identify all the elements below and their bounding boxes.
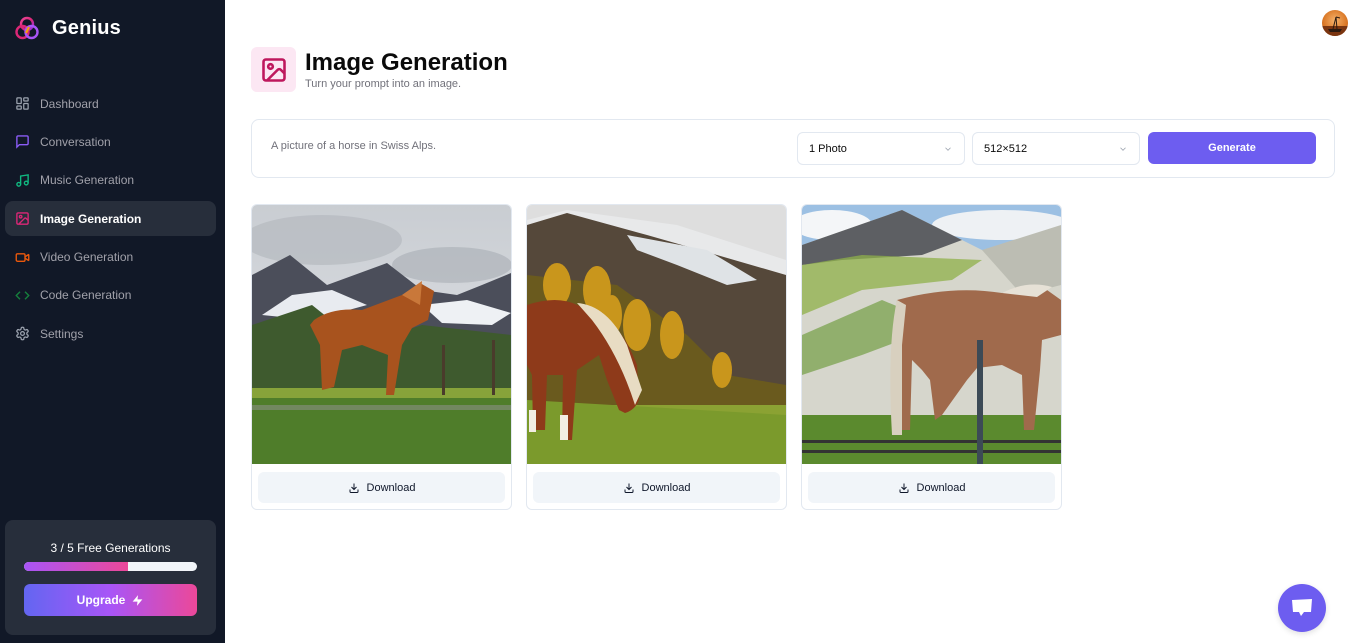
sidebar-item-label: Dashboard [40, 96, 99, 111]
image-icon [261, 57, 286, 82]
chevron-down-icon [945, 146, 951, 151]
generated-image [802, 205, 1061, 464]
music-icon [15, 173, 30, 188]
zap-icon [132, 594, 143, 606]
download-icon [624, 483, 634, 493]
sidebar-nav: Dashboard Conversation Music Generation … [5, 85, 216, 355]
generated-image [252, 205, 511, 464]
upgrade-label: Upgrade [76, 593, 126, 607]
sidebar-item-label: Code Generation [40, 288, 132, 303]
prompt-input[interactable] [271, 140, 771, 152]
results-grid: Download Download Download [251, 204, 1062, 510]
chat-bubble-icon [1292, 599, 1312, 616]
message-square-icon [15, 134, 30, 150]
result-card: Download [526, 204, 787, 510]
heading-icon-box [251, 47, 296, 92]
free-credits-card: 3 / 5 Free Generations Upgrade [5, 520, 216, 635]
sidebar: Genius Dashboard Conversation Music Gene… [0, 0, 225, 643]
layout-dashboard-icon [15, 96, 30, 111]
chat-support-button[interactable] [1278, 584, 1326, 632]
result-card: Download [251, 204, 512, 510]
sidebar-item-label: Conversation [40, 134, 111, 149]
download-icon [349, 483, 359, 493]
page-subtitle: Turn your prompt into an image. [305, 78, 462, 90]
chevron-down-icon [1120, 146, 1126, 151]
sidebar-item-code-generation[interactable]: Code Generation [5, 278, 216, 313]
prompt-form: 1 Photo 512×512 Generate [251, 119, 1335, 178]
download-label: Download [366, 481, 416, 494]
download-button[interactable]: Download [808, 472, 1055, 503]
generate-button[interactable]: Generate [1148, 132, 1316, 164]
sidebar-item-conversation[interactable]: Conversation [5, 124, 216, 159]
amount-select-value: 1 Photo [809, 142, 847, 155]
sidebar-item-image-generation[interactable]: Image Generation [5, 201, 216, 237]
settings-icon [15, 326, 30, 341]
credits-progress-fill [24, 562, 128, 571]
app-name: Genius [52, 16, 121, 39]
app-root: Genius Dashboard Conversation Music Gene… [0, 0, 1358, 643]
page-title: Image Generation [305, 49, 508, 76]
download-label: Download [641, 481, 691, 494]
genius-logo-icon [15, 16, 39, 40]
download-icon [899, 483, 909, 493]
sidebar-item-label: Video Generation [40, 250, 134, 265]
credits-counter: 3 / 5 Free Generations [50, 541, 171, 555]
sidebar-item-settings[interactable]: Settings [5, 316, 216, 351]
sidebar-item-label: Settings [40, 326, 84, 341]
amount-select[interactable]: 1 Photo [797, 132, 965, 165]
sidebar-item-video-generation[interactable]: Video Generation [5, 240, 216, 275]
sidebar-item-label: Music Generation [40, 173, 135, 188]
sidebar-item-music-generation[interactable]: Music Generation [5, 163, 216, 198]
resolution-select-value: 512×512 [984, 142, 1028, 155]
user-avatar[interactable] [1322, 10, 1348, 36]
sidebar-item-label: Image Generation [40, 211, 142, 226]
download-button[interactable]: Download [533, 472, 780, 503]
sidebar-item-dashboard[interactable]: Dashboard [5, 86, 216, 121]
upgrade-button[interactable]: Upgrade [24, 584, 197, 616]
page-heading: Image Generation Turn your prompt into a… [251, 47, 508, 92]
credits-progress-bar [24, 562, 197, 571]
main-content: Image Generation Turn your prompt into a… [225, 0, 1358, 643]
image-icon [15, 211, 30, 226]
code-icon [15, 288, 30, 303]
result-card: Download [801, 204, 1062, 510]
resolution-select[interactable]: 512×512 [972, 132, 1140, 165]
logo[interactable]: Genius [14, 15, 121, 41]
generated-image [527, 205, 786, 464]
download-button[interactable]: Download [258, 472, 505, 503]
avatar-image [1322, 16, 1348, 36]
download-label: Download [916, 481, 966, 494]
video-icon [15, 250, 30, 265]
